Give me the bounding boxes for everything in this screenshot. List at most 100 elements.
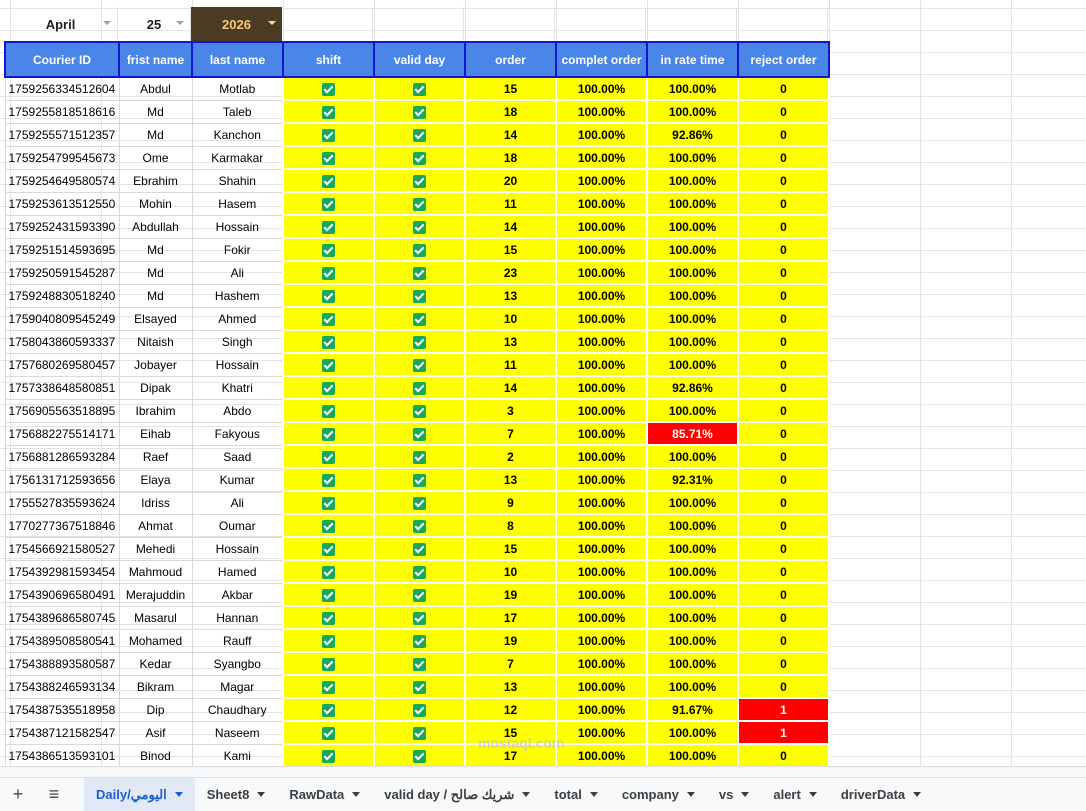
last-name-cell[interactable]: Fakyous (191, 421, 284, 446)
reject-order-cell[interactable]: 0 (737, 237, 830, 262)
checkbox-checked-icon[interactable] (322, 450, 335, 464)
complete-order-cell[interactable]: 100.00% (555, 467, 648, 492)
courier-id-cell[interactable]: 1758043860593337 (4, 329, 120, 354)
complete-order-cell[interactable]: 100.00% (555, 168, 648, 193)
checkbox-checked-icon[interactable] (413, 82, 426, 96)
col-header-courier-id[interactable]: Courier ID (4, 41, 120, 78)
checkbox-checked-icon[interactable] (322, 381, 335, 395)
sheet-tab[interactable]: RawData (277, 778, 372, 811)
in-rate-time-cell[interactable]: 100.00% (646, 145, 739, 170)
complete-order-cell[interactable]: 100.00% (555, 76, 648, 101)
col-header-in-rate-time[interactable]: in rate time (646, 41, 739, 78)
checkbox-checked-icon[interactable] (413, 542, 426, 556)
shift-cell[interactable] (282, 697, 375, 722)
order-cell[interactable]: 15 (464, 536, 557, 561)
last-name-cell[interactable]: Chaudhary (191, 697, 284, 722)
first-name-cell[interactable]: Ibrahim (118, 398, 193, 423)
courier-id-cell[interactable]: 1759256334512604 (4, 76, 120, 101)
shift-cell[interactable] (282, 145, 375, 170)
last-name-cell[interactable]: Oumar (191, 513, 284, 538)
courier-id-cell[interactable]: 1759255571512357 (4, 122, 120, 147)
reject-order-cell[interactable]: 0 (737, 421, 830, 446)
checkbox-checked-icon[interactable] (413, 519, 426, 533)
courier-id-cell[interactable]: 1754387121582547 (4, 720, 120, 745)
checkbox-checked-icon[interactable] (413, 726, 426, 740)
col-header-reject-order[interactable]: reject order (737, 41, 830, 78)
checkbox-checked-icon[interactable] (413, 450, 426, 464)
order-cell[interactable]: 7 (464, 651, 557, 676)
courier-id-cell[interactable]: 1754392981593454 (4, 559, 120, 584)
order-cell[interactable]: 19 (464, 628, 557, 653)
order-cell[interactable]: 17 (464, 605, 557, 630)
valid-day-cell[interactable] (373, 467, 466, 492)
in-rate-time-cell[interactable]: 100.00% (646, 651, 739, 676)
sheet-tab[interactable]: Daily/اليومي (84, 778, 195, 811)
in-rate-time-cell[interactable]: 100.00% (646, 306, 739, 331)
complete-order-cell[interactable]: 100.00% (555, 651, 648, 676)
reject-order-cell[interactable]: 0 (737, 352, 830, 377)
in-rate-time-cell[interactable]: 100.00% (646, 329, 739, 354)
in-rate-time-cell[interactable]: 100.00% (646, 99, 739, 124)
sheet-tab[interactable]: driverData (829, 778, 933, 811)
grid-cell[interactable] (373, 7, 464, 41)
last-name-cell[interactable]: Kumar (191, 467, 284, 492)
checkbox-checked-icon[interactable] (413, 266, 426, 280)
first-name-cell[interactable]: Mohamed (118, 628, 193, 653)
in-rate-time-cell[interactable]: 100.00% (646, 674, 739, 699)
checkbox-checked-icon[interactable] (413, 151, 426, 165)
first-name-cell[interactable]: Elsayed (118, 306, 193, 331)
first-name-cell[interactable]: Asif (118, 720, 193, 745)
order-cell[interactable]: 11 (464, 191, 557, 216)
last-name-cell[interactable]: Karmakar (191, 145, 284, 170)
first-name-cell[interactable]: Dip (118, 697, 193, 722)
complete-order-cell[interactable]: 100.00% (555, 559, 648, 584)
month-dropdown[interactable]: April (4, 7, 118, 41)
chevron-down-icon[interactable] (686, 792, 695, 797)
in-rate-time-cell[interactable]: 100.00% (646, 398, 739, 423)
shift-cell[interactable] (282, 743, 375, 766)
shift-cell[interactable] (282, 99, 375, 124)
first-name-cell[interactable]: Mehedi (118, 536, 193, 561)
last-name-cell[interactable]: Ali (191, 490, 284, 515)
shift-cell[interactable] (282, 214, 375, 239)
last-name-cell[interactable]: Ali (191, 260, 284, 285)
first-name-cell[interactable]: Md (118, 237, 193, 262)
in-rate-time-cell[interactable]: 91.67% (646, 697, 739, 722)
grid-cell[interactable] (737, 7, 828, 41)
valid-day-cell[interactable] (373, 352, 466, 377)
valid-day-cell[interactable] (373, 329, 466, 354)
chevron-down-icon[interactable] (257, 792, 266, 797)
checkbox-checked-icon[interactable] (322, 680, 335, 694)
checkbox-checked-icon[interactable] (413, 358, 426, 372)
first-name-cell[interactable]: Md (118, 260, 193, 285)
courier-id-cell[interactable]: 1759254799545673 (4, 145, 120, 170)
checkbox-checked-icon[interactable] (322, 197, 335, 211)
menu-icon[interactable]: ≡ (36, 778, 72, 811)
checkbox-checked-icon[interactable] (322, 312, 335, 326)
chevron-down-icon[interactable] (589, 792, 598, 797)
in-rate-time-cell[interactable]: 100.00% (646, 582, 739, 607)
order-cell[interactable]: 23 (464, 260, 557, 285)
checkbox-checked-icon[interactable] (322, 473, 335, 487)
shift-cell[interactable] (282, 375, 375, 400)
courier-id-cell[interactable]: 1754389686580745 (4, 605, 120, 630)
reject-order-cell[interactable]: 0 (737, 444, 830, 469)
valid-day-cell[interactable] (373, 697, 466, 722)
reject-order-cell[interactable]: 0 (737, 536, 830, 561)
in-rate-time-cell[interactable]: 100.00% (646, 214, 739, 239)
checkbox-checked-icon[interactable] (322, 128, 335, 142)
valid-day-cell[interactable] (373, 260, 466, 285)
order-cell[interactable]: 18 (464, 145, 557, 170)
complete-order-cell[interactable]: 100.00% (555, 490, 648, 515)
first-name-cell[interactable]: Jobayer (118, 352, 193, 377)
valid-day-cell[interactable] (373, 375, 466, 400)
checkbox-checked-icon[interactable] (322, 220, 335, 234)
valid-day-cell[interactable] (373, 513, 466, 538)
reject-order-cell[interactable]: 0 (737, 191, 830, 216)
courier-id-cell[interactable]: 1756131712593656 (4, 467, 120, 492)
in-rate-time-cell[interactable]: 100.00% (646, 536, 739, 561)
first-name-cell[interactable]: Ahmat (118, 513, 193, 538)
first-name-cell[interactable]: Mohin (118, 191, 193, 216)
grid-cell[interactable] (464, 7, 555, 41)
first-name-cell[interactable]: Ome (118, 145, 193, 170)
